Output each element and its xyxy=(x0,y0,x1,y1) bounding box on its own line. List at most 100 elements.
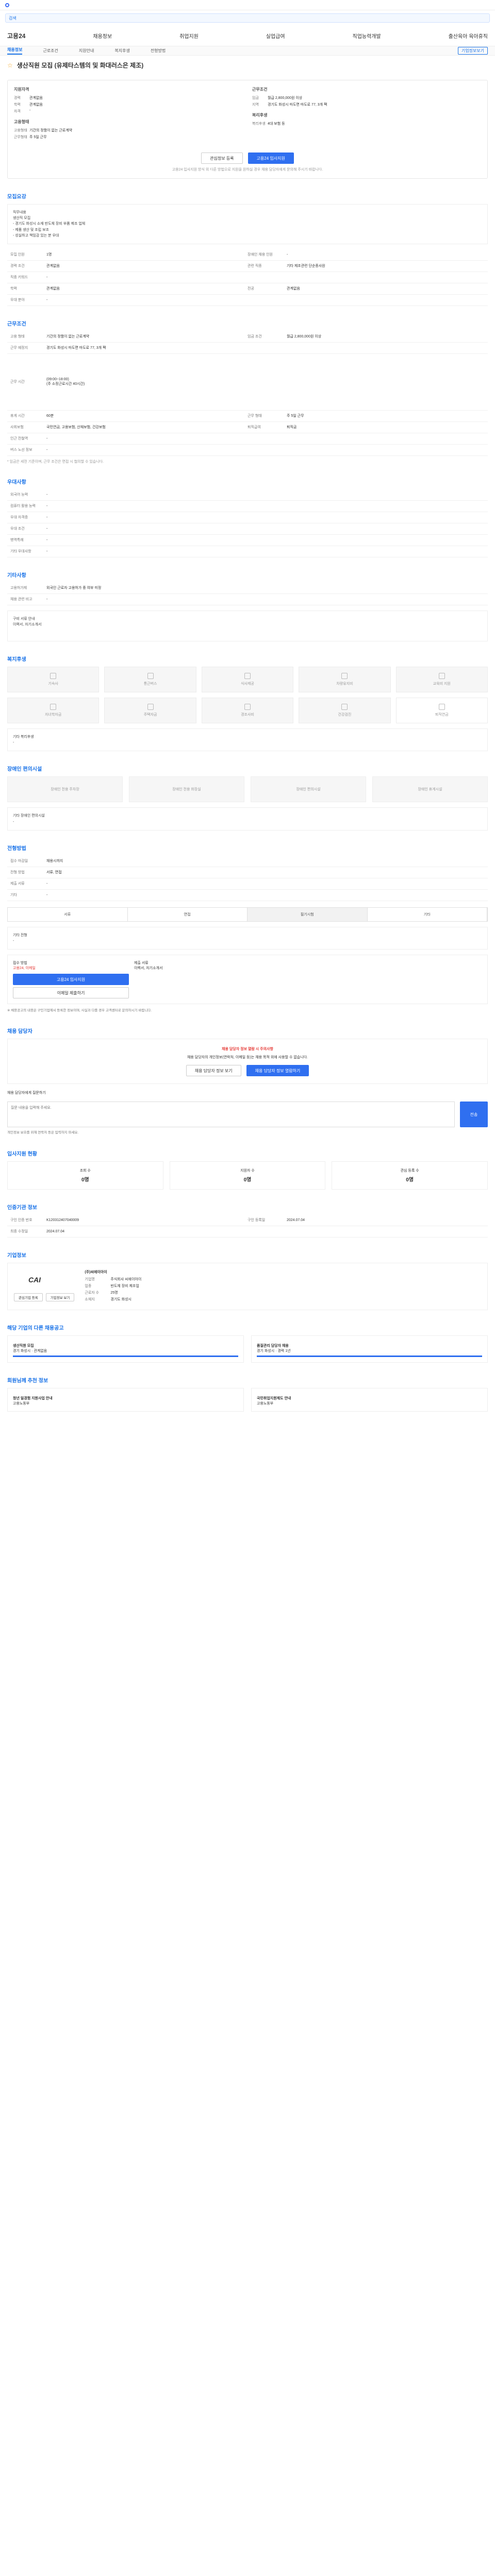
email-submit-button[interactable]: 이메일 제출하기 xyxy=(13,987,129,999)
summary-row: 경력 관계없음 xyxy=(14,95,243,100)
list-item[interactable]: 청년 일경험 지원사업 안내 고용노동부 xyxy=(7,1387,244,1412)
nav-item-parental[interactable]: 출산육아 육아휴직 xyxy=(449,32,488,40)
save-interest-button[interactable]: 관심정보 등록 xyxy=(201,152,243,164)
summary-key: 근무형태 xyxy=(14,135,27,139)
summary-key: 경력 xyxy=(14,96,21,100)
view-contact-button[interactable]: 채용 담당자 정보 보기 xyxy=(186,1065,241,1077)
table-row: 인근 전철역 - xyxy=(7,433,488,445)
list-item-title[interactable]: 생산직원 모집 xyxy=(13,1343,238,1348)
company-value: 경기도 화성시 xyxy=(110,1297,131,1301)
row-value: 서류, 면접 xyxy=(46,871,62,875)
step-interview[interactable]: 면접 xyxy=(128,907,248,921)
row-key: 제출 서류 xyxy=(10,882,25,886)
search-bar[interactable]: 검색 xyxy=(5,13,490,23)
step-documents[interactable]: 서류 xyxy=(8,907,128,921)
company-info-link[interactable]: 기업정보 보기 xyxy=(45,1293,75,1301)
row-key: 최종 수정일 xyxy=(10,1230,28,1234)
welfare-label: 식사제공 xyxy=(241,682,254,686)
section-company: 기업정보 CAI 관심기업 등록 기업정보 보기 (주)씨에이아이 기업명 주식회… xyxy=(7,1251,488,1310)
recruit-desc: 직무내용 생산직 모집 - 경기도 화성시 소재 반도체 장비 부품 제조 업체… xyxy=(7,204,488,244)
row-key: 전형 방법 xyxy=(10,871,25,875)
tab-welfare[interactable]: 복지후생 xyxy=(114,48,129,54)
apply-button[interactable]: 고용24 입사지원 xyxy=(248,152,294,164)
nav-item-jobs[interactable]: 채용정보 xyxy=(93,32,112,40)
section-qual: 우대사항 외국어 능력 - 컴퓨터 활용 능력 - 우대 자격증 - 우대 조건 - 병… xyxy=(7,478,488,557)
stat-views: 조회 수 0명 xyxy=(7,1161,163,1190)
list-item[interactable]: 품질관리 담당자 채용 경기 화성시 · 경력 1년 xyxy=(251,1335,488,1363)
summary-right-title2: 복리후생 xyxy=(252,113,268,117)
stat-interest: 관심 등록 수 0명 xyxy=(332,1161,488,1190)
list-item[interactable]: 국민취업지원제도 안내 고용노동부 xyxy=(251,1387,488,1412)
summary-key: 고용형태 xyxy=(14,129,27,132)
company-row: 소재지 경기도 화성시 xyxy=(85,1297,481,1302)
summary-row: 학력 관계없음 xyxy=(14,102,243,107)
stat-value: 0명 xyxy=(81,1177,89,1183)
question-box: 전송 xyxy=(7,1101,488,1128)
nav-item-benefit[interactable]: 실업급여 xyxy=(266,32,285,40)
row-key: 기타 xyxy=(10,893,17,897)
step-other[interactable]: 기타 xyxy=(368,907,487,921)
meal-icon xyxy=(244,672,251,679)
send-button[interactable]: 전송 xyxy=(460,1101,488,1128)
tab-apply[interactable]: 지원안내 xyxy=(79,48,94,54)
row-value: 관계없음 xyxy=(46,287,60,291)
section-title: 근무조건 xyxy=(7,321,26,327)
pension-icon xyxy=(438,703,445,710)
row-key: 근무 예정지 xyxy=(10,346,28,350)
summary-key: 자격 xyxy=(14,110,21,113)
list-item[interactable]: 생산직원 모집 경기 화성시 · 관계없음 xyxy=(7,1335,244,1363)
work-note: * 임금은 세전 기준이며, 근무 조건은 면접 시 협의할 수 있습니다. xyxy=(7,460,104,464)
summary-left-title: 지원자격 xyxy=(14,87,29,92)
follow-company-button[interactable]: 관심기업 등록 xyxy=(14,1293,43,1301)
table-row: 사회보험 국민연금, 고용보험, 산재보험, 건강보험 퇴직급여 퇴직금 xyxy=(7,422,488,433)
row-key: 구인 등록일 xyxy=(248,1218,266,1223)
table-row: 최종 수정일 2024.07.04 xyxy=(7,1226,488,1238)
section-welfare: 복지후생 기숙사 통근버스 식사제공 차량유지비 교육비 지원 자녀학자금 주택… xyxy=(7,655,488,752)
table-row: 고용 형태 기간의 정함이 없는 근로계약 임금 조건 월급 2,800,000원 이… xyxy=(7,331,488,343)
table-row: 전형 방법 서류, 면접 xyxy=(7,867,488,878)
step-exam[interactable]: 필기시험 xyxy=(248,907,368,921)
row-key: 고용 형태 xyxy=(10,335,25,339)
row-value: 월급 2,800,000원 이상 xyxy=(287,335,322,339)
summary-value: 경기도 화성시 마도면 마도로 77, 3개 팩 xyxy=(268,103,327,107)
table-row: 우대 자격증 - xyxy=(7,512,488,523)
table-row: 모집 인원 1명 장애인 채용 인원 - xyxy=(7,249,488,261)
summary-key: 학력 xyxy=(14,103,21,107)
nav-item-training[interactable]: 직업능력개발 xyxy=(353,32,381,40)
row-value: (09:00~18:00) (주 소정근로시간 40시간) xyxy=(46,377,85,386)
question-input[interactable] xyxy=(7,1101,455,1128)
row-value: 퇴직금 xyxy=(287,426,297,430)
company-key: 소재지 xyxy=(85,1297,95,1301)
summary-value: 월급 2,800,000원 이상 xyxy=(268,96,303,100)
row-value: 관계없음 xyxy=(46,264,60,268)
company-logo: CAI xyxy=(28,1275,41,1284)
nav-item-support[interactable]: 취업지원 xyxy=(179,32,199,40)
summary-value: 주 5일 근무 xyxy=(29,135,47,139)
tab-work[interactable]: 근로조건 xyxy=(43,48,58,54)
list-item-title[interactable]: 국민취업지원제도 안내 xyxy=(257,1396,482,1401)
tab-process[interactable]: 전형방법 xyxy=(151,48,166,54)
work-table: 고용 형태 기간의 정함이 없는 근로계약 임금 조건 월급 2,800,000원 이… xyxy=(7,331,488,456)
summary-grid: 지원자격 경력 관계없음 학력 관계없음 자격 - 고용형태 고용형태 기간의 정함이 … xyxy=(14,87,481,141)
search-input[interactable]: 검색 xyxy=(9,15,16,21)
row-key: 전공 xyxy=(248,287,254,291)
company-key: 근로자 수 xyxy=(85,1291,100,1295)
row-key: 학력 xyxy=(10,287,17,291)
logo-icon[interactable] xyxy=(5,3,9,7)
section-other: 기타사항 고용허가제 외국인 근로자 고용허가 중 여부 미정 채용 관련 비고 -… xyxy=(7,571,488,641)
section-title: 해당 기업의 다른 채용공고 xyxy=(7,1325,64,1331)
open-contact-button[interactable]: 채용 담당자 정보 열람하기 xyxy=(246,1065,309,1077)
apply-online-button[interactable]: 고용24 입사지원 xyxy=(13,974,129,986)
star-icon[interactable]: ☆ xyxy=(7,62,13,69)
list-item-title[interactable]: 품질관리 담당자 채용 xyxy=(257,1343,482,1348)
table-row: 버스 노선 정보 - xyxy=(7,445,488,456)
row-key: 인근 전철역 xyxy=(10,437,28,441)
list-item-title[interactable]: 청년 일경험 지원사업 안내 xyxy=(13,1396,238,1401)
welfare-item: 통근버스 xyxy=(104,666,196,692)
welfare-item: 차량유지비 xyxy=(299,666,391,692)
brand[interactable]: 고용24 xyxy=(7,31,25,40)
company-info-button[interactable]: 기업정보보기 xyxy=(457,47,488,55)
tab-recruit[interactable]: 채용정보 xyxy=(7,47,23,55)
apply-box: 접수 방법 고용24, 이메일 고용24 입사지원 이메일 제출하기 제출 서류… xyxy=(7,955,488,1005)
company-buttons: 관심기업 등록 기업정보 보기 xyxy=(14,1293,75,1301)
